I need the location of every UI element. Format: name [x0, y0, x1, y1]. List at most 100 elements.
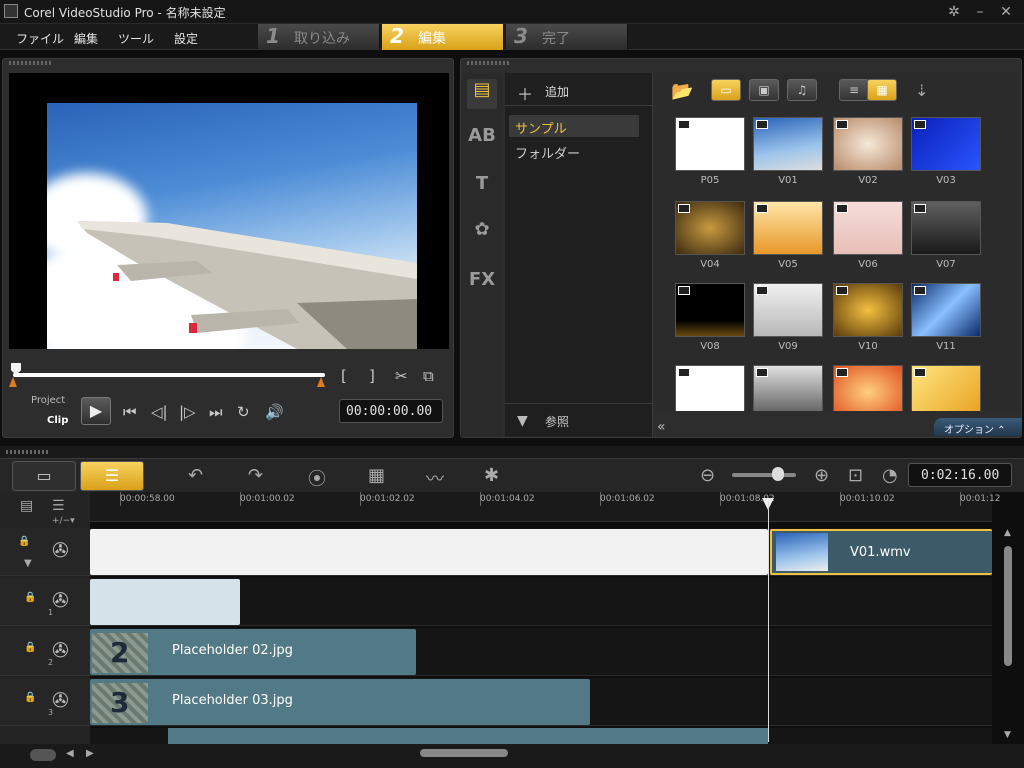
- scroll-right-icon[interactable]: ▶: [86, 748, 94, 759]
- zoom-out-icon[interactable]: ⊖: [700, 465, 715, 486]
- media-tab-icon[interactable]: ▤: [467, 79, 497, 109]
- thumb-v03[interactable]: [911, 117, 981, 171]
- folder-item-folder[interactable]: フォルダー: [515, 143, 580, 162]
- mark-in-button[interactable]: [: [341, 367, 347, 385]
- filter-tab-icon[interactable]: FX: [467, 269, 497, 299]
- title-tab-icon[interactable]: T: [467, 173, 497, 203]
- show-video-toggle[interactable]: ▭: [711, 79, 741, 101]
- help-icon[interactable]: ✲: [944, 3, 964, 21]
- enlarge-icon[interactable]: ⧉: [423, 367, 434, 385]
- volume-icon[interactable]: 🔊: [265, 403, 284, 421]
- add-track-icon[interactable]: [30, 749, 56, 761]
- menu-tools[interactable]: ツール: [118, 30, 154, 47]
- thumb-v01[interactable]: [753, 117, 823, 171]
- graphic-tab-icon[interactable]: ✿: [467, 219, 497, 249]
- thumb-v07[interactable]: [911, 201, 981, 255]
- track-manager-icon[interactable]: ▤: [20, 498, 33, 514]
- project-duration[interactable]: 0:02:16.00: [908, 463, 1012, 487]
- show-audio-toggle[interactable]: ♫: [787, 79, 817, 101]
- mixer-icon[interactable]: ▦: [368, 465, 385, 486]
- expand-icon[interactable]: ▼: [24, 558, 32, 569]
- options-button[interactable]: オプション ⌃: [934, 418, 1022, 436]
- lock-icon[interactable]: 🔒: [24, 592, 36, 603]
- thumb-v06[interactable]: [833, 201, 903, 255]
- trim-end-marker[interactable]: [317, 377, 325, 387]
- step-share-tab[interactable]: 3 完了: [506, 24, 628, 50]
- lock-icon[interactable]: 🔒: [24, 692, 36, 703]
- repeat-icon[interactable]: ↻: [237, 403, 250, 421]
- end-icon[interactable]: ⏭: [209, 403, 223, 421]
- thumb-p05[interactable]: [675, 117, 745, 171]
- thumb-v09[interactable]: [753, 283, 823, 337]
- thumb-row4-3[interactable]: [833, 365, 903, 411]
- timeline-horizontal-scrollbar[interactable]: [420, 749, 508, 757]
- audio-waveform-icon[interactable]: 〰: [426, 465, 444, 491]
- folder-item-sample[interactable]: サンプル: [509, 115, 639, 137]
- scroll-up-icon[interactable]: ▲: [1004, 528, 1011, 538]
- chapter-icon[interactable]: ☰: [52, 498, 65, 514]
- play-button[interactable]: ▶: [81, 397, 111, 425]
- panel-grip[interactable]: [467, 61, 509, 65]
- zoom-in-icon[interactable]: ⊕: [814, 465, 829, 486]
- record-capture-icon[interactable]: ⦿: [308, 465, 326, 491]
- show-photo-toggle[interactable]: ▣: [749, 79, 779, 101]
- undo-icon[interactable]: ↶: [188, 465, 203, 486]
- sort-icon[interactable]: ⇣: [915, 81, 928, 100]
- minimize-button[interactable]: –: [970, 3, 990, 21]
- list-view-button[interactable]: ≡: [839, 79, 869, 101]
- browse-label[interactable]: 参照: [545, 413, 569, 430]
- timeline-vertical-scrollbar[interactable]: [1004, 546, 1012, 666]
- lock-icon[interactable]: 🔒: [18, 536, 30, 547]
- menu-settings[interactable]: 設定: [174, 30, 198, 47]
- mark-out-button[interactable]: ]: [369, 367, 375, 385]
- add-folder-icon[interactable]: ＋: [517, 81, 533, 105]
- fit-project-icon[interactable]: ⊡: [848, 465, 863, 486]
- timeline-ruler[interactable]: 00:00:58.00 00:01:00.02 00:01:02.02 00:0…: [90, 492, 1000, 522]
- preview-scrub-bar[interactable]: [13, 373, 325, 377]
- scissors-icon[interactable]: ✂: [395, 367, 408, 385]
- auto-music-icon[interactable]: ✱: [484, 465, 499, 486]
- next-frame-icon[interactable]: |▷: [179, 403, 196, 421]
- previous-frame-icon[interactable]: ◁|: [151, 403, 168, 421]
- lock-icon[interactable]: 🔒: [24, 642, 36, 653]
- thumb-v04[interactable]: [675, 201, 745, 255]
- thumb-v05[interactable]: [753, 201, 823, 255]
- thumb-v08[interactable]: [675, 283, 745, 337]
- timeline-view-button[interactable]: ☰: [80, 461, 144, 491]
- overlay-clip-placeholder-02[interactable]: 2 Placeholder 02.jpg: [90, 629, 416, 675]
- home-icon[interactable]: ⏮: [123, 403, 137, 421]
- clip-mode-label[interactable]: Clip: [47, 415, 68, 426]
- menu-edit[interactable]: 編集: [74, 30, 98, 47]
- thumb-row4-4[interactable]: [911, 365, 981, 411]
- menu-file[interactable]: ファイル: [16, 30, 64, 47]
- redo-icon[interactable]: ↷: [248, 465, 263, 486]
- step-edit-tab[interactable]: 2 編集: [382, 24, 504, 50]
- browse-icon[interactable]: ▼: [517, 413, 528, 429]
- video-track-empty-clip[interactable]: [90, 529, 768, 575]
- overlay-clip-4[interactable]: [168, 728, 768, 744]
- overlay-clip-1[interactable]: [90, 579, 240, 625]
- storyboard-view-button[interactable]: ▭: [12, 461, 76, 491]
- step-capture-tab[interactable]: 1 取り込み: [258, 24, 380, 50]
- overlay-clip-placeholder-03[interactable]: 3 Placeholder 03.jpg: [90, 679, 590, 725]
- scroll-left-icon[interactable]: ◀: [66, 748, 74, 759]
- collapse-library-icon[interactable]: «: [657, 419, 666, 435]
- open-folder-icon[interactable]: 📂: [671, 81, 693, 102]
- thumb-v10[interactable]: [833, 283, 903, 337]
- project-mode-label[interactable]: Project: [31, 395, 65, 406]
- panel-grip[interactable]: [9, 61, 51, 65]
- transition-tab-icon[interactable]: AB: [467, 125, 497, 155]
- thumbnail-view-button[interactable]: ▦: [867, 79, 897, 101]
- close-button[interactable]: ✕: [996, 3, 1016, 21]
- trim-start-marker[interactable]: [9, 377, 17, 387]
- add-remove-icon[interactable]: +/−▾: [52, 516, 75, 526]
- preview-timecode[interactable]: 00:00:00.00: [339, 399, 443, 423]
- zoom-slider[interactable]: [732, 473, 796, 477]
- add-folder-label[interactable]: 追加: [545, 83, 569, 100]
- thumb-v02[interactable]: [833, 117, 903, 171]
- thumb-v11[interactable]: [911, 283, 981, 337]
- thumb-row4-2[interactable]: [753, 365, 823, 411]
- thumb-row4-1[interactable]: [675, 365, 745, 411]
- scroll-down-icon[interactable]: ▼: [1004, 730, 1011, 740]
- zoom-slider-knob[interactable]: [772, 467, 784, 481]
